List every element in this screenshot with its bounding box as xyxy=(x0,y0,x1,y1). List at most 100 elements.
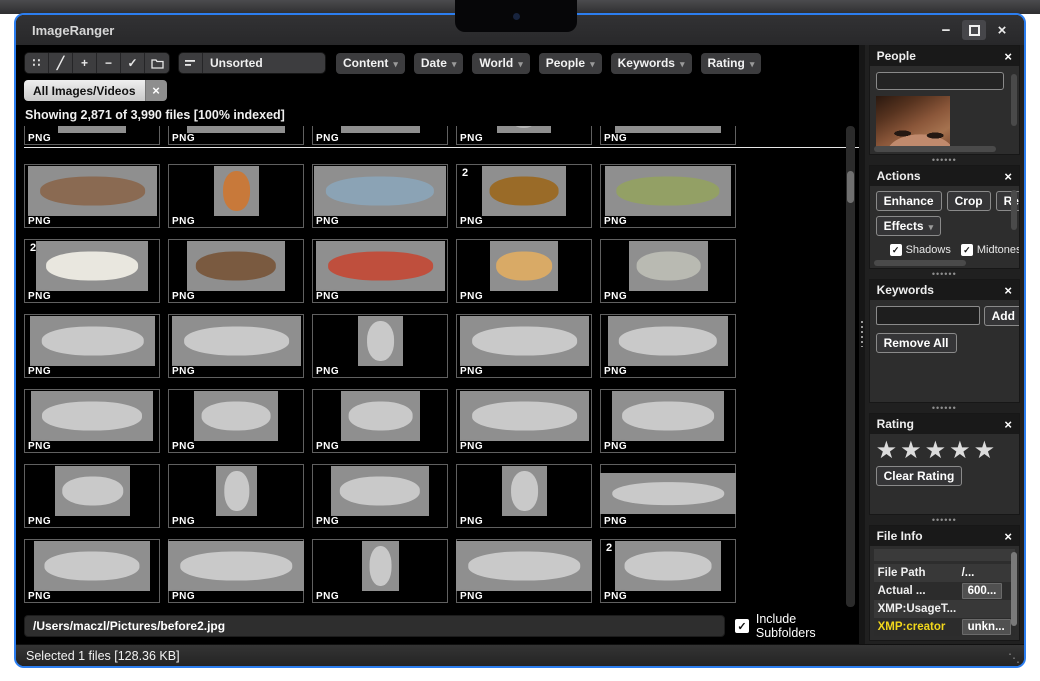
person-face-thumbnail[interactable] xyxy=(876,96,950,148)
thumbnail-eel[interactable]: PNG xyxy=(456,314,592,378)
midtones-checkbox-control[interactable]: ✓Midtones xyxy=(961,244,1020,256)
thumbnail-newt[interactable]: PNG xyxy=(168,539,304,603)
filter-date-dropdown[interactable]: Date▾ xyxy=(414,53,464,74)
shadows-checkbox-control[interactable]: ✓Shadows xyxy=(890,244,951,256)
thumbnail-shark[interactable]: PNG xyxy=(456,539,592,603)
tab-label: All Images/Videos xyxy=(24,80,145,101)
file-info-row[interactable]: XMP:creatorunkn... xyxy=(874,618,1015,636)
thumbnail-walrus[interactable]: PNG xyxy=(168,389,304,453)
thumbnail-dolphin[interactable]: PNG xyxy=(24,539,160,603)
tab-close-icon[interactable]: × xyxy=(145,80,167,101)
filter-label: Content xyxy=(343,56,388,70)
thumbnail-toad[interactable]: 2PNG xyxy=(600,539,736,603)
thumbnail-crab[interactable]: PNG xyxy=(312,239,448,303)
thumbnail-duck[interactable]: PNG xyxy=(312,389,448,453)
thumbnail-otter[interactable]: PNG xyxy=(168,239,304,303)
thumbnail-seahorse[interactable]: PNG xyxy=(312,539,448,603)
star-icon[interactable]: ★ xyxy=(974,438,996,464)
thumbnail-tadpole[interactable]: PNG xyxy=(600,164,736,228)
star-icon[interactable]: ★ xyxy=(876,438,898,464)
thumbnail-crocodile[interactable]: PNG xyxy=(24,314,160,378)
thumbnail-seahorse[interactable]: PNG xyxy=(168,164,304,228)
people-scrollbar-horizontal[interactable] xyxy=(874,146,996,152)
thumbnail-cropped[interactable]: PNG xyxy=(600,126,736,145)
star-icon[interactable]: ★ xyxy=(900,438,922,464)
file-format-label: PNG xyxy=(28,216,51,227)
sort-button[interactable] xyxy=(179,53,203,73)
file-info-row[interactable]: XMP:UsageT... xyxy=(874,600,1015,618)
thumbnail-whale[interactable]: PNG xyxy=(24,389,160,453)
grid-scrollbar-thumb[interactable] xyxy=(847,171,854,203)
filter-keywords-dropdown[interactable]: Keywords▾ xyxy=(611,53,692,74)
enhance-button[interactable]: Enhance xyxy=(876,191,942,211)
thumbnail-cropped[interactable]: PNG xyxy=(168,126,304,145)
people-close-icon[interactable]: × xyxy=(1004,50,1012,63)
window-resize-grip[interactable]: ⋱ xyxy=(1008,652,1020,664)
keywords-close-icon[interactable]: × xyxy=(1004,284,1012,297)
shadows-checkbox[interactable]: ✓ xyxy=(890,244,902,256)
people-search-input[interactable] xyxy=(876,72,1004,90)
include-subfolders-control[interactable]: ✓ Include Subfolders xyxy=(735,612,859,640)
minimize-button[interactable]: − xyxy=(934,20,958,40)
filter-people-dropdown[interactable]: People▾ xyxy=(539,53,602,74)
remove-button[interactable]: − xyxy=(97,53,121,73)
thumbnail-starfish[interactable]: PNG xyxy=(24,464,160,528)
thumbnail-newt[interactable]: PNG xyxy=(24,164,160,228)
file-path-input[interactable] xyxy=(24,615,725,637)
thumbnail-sea-lion[interactable]: PNG xyxy=(312,464,448,528)
thumbnail-octopus[interactable]: PNG xyxy=(456,389,592,453)
thumbnail-cropped[interactable]: PNG xyxy=(312,126,448,145)
sidebar-splitter[interactable] xyxy=(859,45,865,644)
thumbnail-goose[interactable]: PNG xyxy=(456,464,592,528)
filter-content-dropdown[interactable]: Content▾ xyxy=(336,53,405,74)
file-info-row[interactable]: Actual ...600... xyxy=(874,582,1015,600)
remove-all-keywords-button[interactable]: Remove All xyxy=(876,333,957,353)
actions-scrollbar-horizontal[interactable] xyxy=(874,260,966,266)
clear-rating-button[interactable]: Clear Rating xyxy=(876,466,963,486)
people-scrollbar[interactable] xyxy=(1011,74,1017,126)
thumbnail-seal[interactable]: PNG xyxy=(600,464,736,528)
grid-scrollbar[interactable] xyxy=(846,126,855,607)
keyword-input[interactable] xyxy=(876,306,980,325)
thumbnail-jellyfish[interactable]: PNG xyxy=(168,464,304,528)
effects-dropdown[interactable]: Effects ▾ xyxy=(876,216,942,236)
midtones-checkbox[interactable]: ✓ xyxy=(961,244,973,256)
view-grid-button[interactable]: ∷ xyxy=(25,53,49,73)
file-info-row[interactable]: File Path/... xyxy=(874,564,1015,582)
thumbnail-scallop[interactable]: PNG xyxy=(456,239,592,303)
tab-all-images-videos[interactable]: All Images/Videos × xyxy=(24,80,167,101)
panel-drag-handle[interactable]: •••••• xyxy=(869,403,1020,413)
thumbnail-cropped[interactable]: PNG xyxy=(24,126,160,145)
add-keyword-button[interactable]: Add xyxy=(984,306,1020,326)
folder-button[interactable] xyxy=(145,53,169,73)
sort-order-field[interactable]: Unsorted xyxy=(203,56,263,70)
edit-button[interactable]: ╱ xyxy=(49,53,73,73)
thumbnail-frog[interactable]: PNG xyxy=(600,239,736,303)
panel-drag-handle[interactable]: •••••• xyxy=(869,155,1020,165)
thumbnail-flounder[interactable]: PNG xyxy=(600,314,736,378)
select-button[interactable]: ✓ xyxy=(121,53,145,73)
thumbnail-cropped[interactable]: PNG xyxy=(456,126,592,145)
thumbnail-swan[interactable]: 2PNG xyxy=(24,239,160,303)
filter-rating-dropdown[interactable]: Rating▾ xyxy=(701,53,762,74)
thumbnail-shark[interactable]: PNG xyxy=(312,164,448,228)
thumbnail-lizard[interactable]: PNG xyxy=(600,389,736,453)
file-info-scrollbar[interactable] xyxy=(1011,552,1017,626)
file-info-close-icon[interactable]: × xyxy=(1004,530,1012,543)
star-icon[interactable]: ★ xyxy=(949,438,971,464)
panel-drag-handle[interactable]: •••••• xyxy=(869,269,1020,279)
panel-drag-handle[interactable]: •••••• xyxy=(869,515,1020,525)
rating-close-icon[interactable]: × xyxy=(1004,418,1012,431)
crop-button[interactable]: Crop xyxy=(947,191,991,211)
star-icon[interactable]: ★ xyxy=(925,438,947,464)
thumbnail-goldfish[interactable]: PNG xyxy=(168,314,304,378)
close-button[interactable]: × xyxy=(990,20,1014,40)
add-button[interactable]: + xyxy=(73,53,97,73)
thumbnail-penguin[interactable]: PNG xyxy=(312,314,448,378)
filter-world-dropdown[interactable]: World▾ xyxy=(472,53,529,74)
thumbnail-toad[interactable]: 2PNG xyxy=(456,164,592,228)
include-subfolders-checkbox[interactable]: ✓ xyxy=(735,619,749,633)
actions-close-icon[interactable]: × xyxy=(1004,170,1012,183)
actions-scrollbar[interactable] xyxy=(1011,190,1017,230)
maximize-button[interactable] xyxy=(962,20,986,40)
